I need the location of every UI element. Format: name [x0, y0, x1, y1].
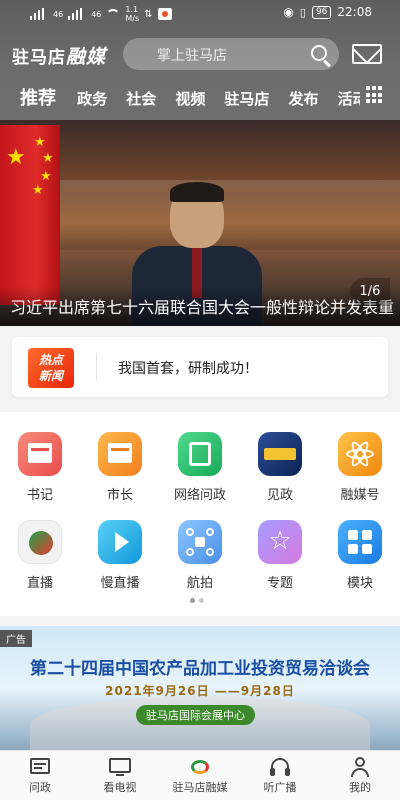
status-bar: 46 46 1.1 M/s ⇅ ◉ ▯ 96 22:08	[0, 0, 400, 26]
inquiry-icon	[29, 757, 51, 777]
hot-news-badge: 热点 新闻	[28, 348, 74, 388]
grid-label: 市长	[106, 488, 133, 503]
carousel-pager: 1/6	[350, 278, 390, 306]
live-icon	[18, 520, 62, 564]
drone-icon	[178, 520, 222, 564]
hot-news-badge-line1: 热点	[38, 353, 63, 367]
user-icon	[349, 757, 371, 777]
category-tabs: 推荐 政务 社会 视频 驻马店 发布 活动	[20, 84, 360, 114]
grid-item-jianzheng[interactable]: 见政	[240, 432, 320, 503]
hot-news-headline[interactable]: 我国首套，研制成功！	[118, 358, 258, 378]
grid-label: 融媒号	[340, 488, 380, 503]
grid-item-media-account[interactable]: 融媒号	[320, 432, 400, 503]
tab-zhumadian[interactable]: 驻马店	[224, 88, 269, 109]
grid-item-online-inquiry[interactable]: 网络问政	[160, 432, 240, 503]
tv-icon	[109, 757, 131, 777]
mail-icon[interactable]	[352, 44, 382, 64]
feature-grid: 书记 市长 网络问政 见政 融媒号 直播 慢直播 航拍 ☆ 专题 模块	[0, 412, 400, 616]
nav-label: 驻马店融媒	[172, 781, 228, 794]
search-icon[interactable]	[311, 45, 327, 61]
network-speed: 1.1 M/s	[125, 5, 140, 23]
grid-item-modules[interactable]: 模块	[320, 520, 400, 591]
logo-script-text: 融媒	[66, 46, 107, 68]
hot-news-bar[interactable]: 热点 新闻 我国首套，研制成功！	[12, 337, 388, 397]
hot-news-badge-line2: 新闻	[38, 369, 63, 383]
ad-banner[interactable]: 广告 第二十四届中国农产品加工业投资贸易洽谈会 2021年9月26日 ——9月2…	[0, 626, 400, 750]
national-flag: ★ ★ ★ ★ ★	[0, 125, 60, 305]
weibo-icon	[157, 8, 172, 20]
grid-item-topics[interactable]: ☆ 专题	[240, 520, 320, 591]
tab-society[interactable]: 社会	[126, 88, 156, 109]
bottom-nav: 问政 看电视 驻马店融媒 听广播 我的	[0, 750, 400, 800]
tab-recommend[interactable]: 推荐	[20, 84, 56, 110]
grid-label: 见政	[266, 488, 293, 503]
clock: 22:08	[337, 5, 372, 19]
grid-item-aerial[interactable]: 航拍	[160, 520, 240, 591]
nav-label: 看电视	[103, 781, 137, 794]
mayor-folder-icon	[98, 432, 142, 476]
grid-item-secretary[interactable]: 书记	[0, 432, 80, 503]
battery-level: 96	[311, 5, 332, 19]
ad-tag: 广告	[0, 630, 32, 647]
grid-item-live[interactable]: 直播	[0, 520, 80, 591]
nav-profile[interactable]: 我的	[320, 751, 400, 800]
online-inquiry-icon	[178, 432, 222, 476]
eye-icon: ◉	[283, 5, 294, 19]
more-tabs-grid-icon[interactable]	[366, 86, 384, 104]
modules-icon	[338, 520, 382, 564]
headphones-icon	[269, 757, 291, 777]
nav-label: 听广播	[263, 781, 297, 794]
grid-label: 直播	[26, 576, 53, 591]
nav-label: 我的	[349, 781, 371, 794]
atom-icon	[338, 432, 382, 476]
nav-tv[interactable]: 看电视	[80, 751, 160, 800]
tab-video[interactable]: 视频	[175, 88, 205, 109]
vibrate-icon: ▯	[299, 5, 306, 19]
signal-icon-2	[68, 8, 86, 20]
divider	[96, 353, 97, 381]
nav-inquiry[interactable]: 问政	[0, 751, 80, 800]
search-placeholder: 掌上驻马店	[157, 48, 227, 64]
star-icon: ☆	[258, 520, 302, 564]
hero-caption[interactable]: 习近平出席第七十六届联合国大会一般性辩论并发表重要讲话	[10, 294, 395, 318]
grid-label: 书记	[26, 488, 53, 503]
grid-label: 网络问政	[173, 488, 226, 503]
grid-label: 模块	[346, 576, 373, 591]
header: 46 46 1.1 M/s ⇅ ◉ ▯ 96 22:08 驻马店融媒 掌上驻马店	[0, 0, 400, 120]
search-bar[interactable]: 掌上驻马店	[123, 38, 339, 70]
app-screen: 46 46 1.1 M/s ⇅ ◉ ▯ 96 22:08 驻马店融媒 掌上驻马店	[0, 0, 400, 800]
grid-page-indicator	[190, 598, 204, 603]
signal-label-2: 46	[91, 9, 102, 19]
tab-release[interactable]: 发布	[289, 88, 319, 109]
grid-label: 慢直播	[100, 576, 140, 591]
tab-government[interactable]: 政务	[77, 88, 107, 109]
secretary-folder-icon	[18, 432, 62, 476]
grid-label: 专题	[266, 576, 293, 591]
grid-item-slow-live[interactable]: 慢直播	[80, 520, 160, 591]
wifi-icon	[106, 9, 121, 19]
slow-live-icon	[98, 520, 142, 564]
grid-item-mayor[interactable]: 市长	[80, 432, 160, 503]
jianzheng-icon	[258, 432, 302, 476]
hero-carousel[interactable]: ★ ★ ★ ★ ★ 习近平出席第七十六届联合国大会一般性辩论并发表重要讲话 1/…	[0, 120, 400, 326]
logo-main-text: 驻马店	[12, 48, 66, 68]
nav-home[interactable]: 驻马店融媒	[160, 751, 240, 800]
nav-label: 问政	[29, 781, 51, 794]
grid-label: 航拍	[186, 576, 213, 591]
signal-label-1: 46	[53, 9, 64, 19]
app-logo: 驻马店融媒	[12, 42, 106, 69]
nav-radio[interactable]: 听广播	[240, 751, 320, 800]
ad-title: 第二十四届中国农产品加工业投资贸易洽谈会	[30, 659, 370, 679]
ad-venue: 驻马店国际会展中心	[136, 705, 255, 725]
usb-icon: ⇅	[144, 8, 153, 20]
ad-dates: 2021年9月26日 ——9月28日	[105, 684, 295, 698]
signal-icon	[30, 8, 48, 20]
app-logo-icon	[189, 757, 211, 777]
tab-activity[interactable]: 活动	[338, 88, 360, 109]
